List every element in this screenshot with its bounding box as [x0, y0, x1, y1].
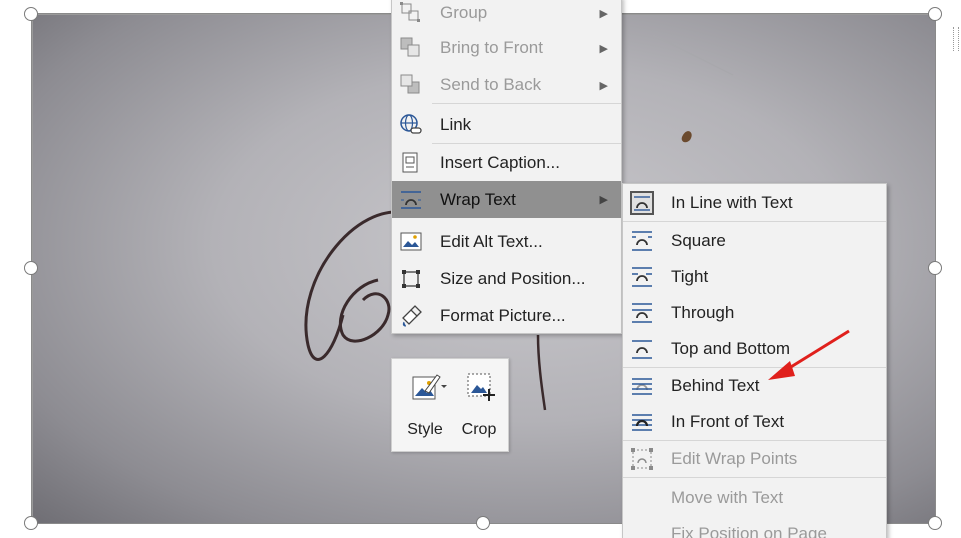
layout-options-marker[interactable]	[953, 27, 959, 51]
wrap-option-in-line-with-text[interactable]: In Line with Text	[623, 185, 886, 221]
menu-item-label: In Line with Text	[671, 193, 793, 212]
crop-icon	[465, 371, 495, 401]
edit-wrap-points-icon	[629, 446, 655, 472]
menu-item-insert-caption[interactable]: Insert Caption...	[392, 145, 621, 181]
wrap-option-fix-position-on-page[interactable]: Fix Position on Page	[623, 516, 886, 538]
crop-button[interactable]: Crop	[452, 367, 506, 447]
size-position-icon	[398, 266, 424, 292]
wrap-option-tight[interactable]: Tight	[623, 259, 886, 295]
menu-item-label: Size and Position...	[440, 268, 586, 288]
group-icon	[398, 0, 424, 26]
menu-item-label: Move with Text	[671, 488, 784, 507]
crop-button-label: Crop	[461, 421, 497, 438]
wrap-option-through[interactable]: Through	[623, 295, 886, 331]
top-and-bottom-wrap-icon	[629, 336, 655, 362]
resize-handle-bottom-left[interactable]	[24, 516, 38, 530]
menu-item-label: Send to Back	[440, 75, 542, 94]
menu-separator	[623, 221, 886, 222]
wrap-option-move-with-text[interactable]: Move with Text	[623, 480, 886, 516]
menu-item-label: Group	[440, 3, 488, 22]
menu-item-label: Behind Text	[671, 376, 760, 395]
menu-item-label: Top and Bottom	[671, 339, 791, 358]
menu-item-label: Format Picture...	[440, 305, 566, 325]
through-wrap-icon	[629, 300, 655, 326]
menu-item-label: In Front of Text	[671, 412, 785, 431]
wrap-option-behind-text[interactable]: Behind Text	[623, 368, 886, 404]
resize-handle-bottom-right[interactable]	[928, 516, 942, 530]
tight-wrap-icon	[629, 264, 655, 290]
picture-style-icon	[411, 371, 447, 401]
picture-mini-toolbar: Style Crop	[391, 358, 509, 452]
menu-item-label: Edit Wrap Points	[671, 449, 798, 468]
style-button[interactable]: Style	[398, 367, 452, 447]
square-wrap-icon	[629, 228, 655, 254]
wrap-option-square[interactable]: Square	[623, 223, 886, 259]
menu-item-link[interactable]: Link	[392, 106, 621, 144]
menu-item-edit-alt-text[interactable]: Edit Alt Text...	[392, 223, 621, 260]
menu-item-send-to-back[interactable]: Send to Back ▶	[392, 67, 621, 103]
in-front-of-text-icon	[629, 409, 655, 435]
menu-item-bring-to-front[interactable]: Bring to Front ▶	[392, 30, 621, 66]
wrap-text-icon	[398, 187, 424, 213]
send-to-back-icon	[398, 72, 424, 98]
resize-handle-top-right[interactable]	[928, 7, 942, 21]
submenu-arrow-icon: ▶	[599, 194, 608, 206]
menu-item-label: Bring to Front	[440, 38, 543, 57]
format-picture-icon	[398, 303, 424, 329]
menu-separator	[432, 143, 621, 144]
resize-handle-middle-left[interactable]	[24, 261, 38, 275]
resize-handle-middle-right[interactable]	[928, 261, 942, 275]
menu-item-label: Insert Caption...	[440, 153, 561, 172]
menu-separator	[432, 103, 621, 104]
menu-item-wrap-text[interactable]: Wrap Text ▶	[392, 181, 621, 218]
resize-handle-top-left[interactable]	[24, 7, 38, 21]
submenu-arrow-icon: ▶	[599, 42, 608, 55]
wrap-option-top-and-bottom[interactable]: Top and Bottom	[623, 331, 886, 367]
submenu-arrow-icon: ▶	[599, 7, 608, 20]
menu-item-size-and-position[interactable]: Size and Position...	[392, 260, 621, 297]
alt-text-icon	[398, 229, 424, 255]
menu-item-format-picture[interactable]: Format Picture...	[392, 297, 621, 334]
wrap-text-submenu: In Line with Text Square Tight Through T…	[622, 183, 887, 538]
menu-item-label: Square	[671, 231, 726, 250]
behind-text-icon	[629, 373, 655, 399]
link-globe-icon	[398, 112, 424, 138]
bring-to-front-icon	[398, 35, 424, 61]
resize-handle-bottom-center[interactable]	[476, 516, 490, 530]
menu-item-group[interactable]: Group ▶	[392, 0, 621, 29]
insert-caption-icon	[398, 150, 424, 176]
menu-item-label: Fix Position on Page	[671, 524, 827, 538]
menu-item-label: Edit Alt Text...	[440, 231, 543, 251]
wrap-option-in-front-of-text[interactable]: In Front of Text	[623, 404, 886, 440]
style-button-label: Style	[407, 421, 443, 438]
submenu-arrow-icon: ▶	[599, 79, 608, 92]
menu-item-label: Through	[671, 303, 735, 322]
wrap-option-edit-wrap-points[interactable]: Edit Wrap Points	[623, 441, 886, 477]
in-line-with-text-icon	[629, 190, 655, 216]
menu-separator	[623, 477, 886, 478]
menu-item-label: Tight	[671, 267, 709, 286]
menu-item-label: Wrap Text	[440, 189, 516, 209]
picture-context-menu: Group ▶ Bring to Front ▶ Send to Back ▶ …	[391, 0, 622, 334]
menu-item-label: Link	[440, 115, 472, 134]
